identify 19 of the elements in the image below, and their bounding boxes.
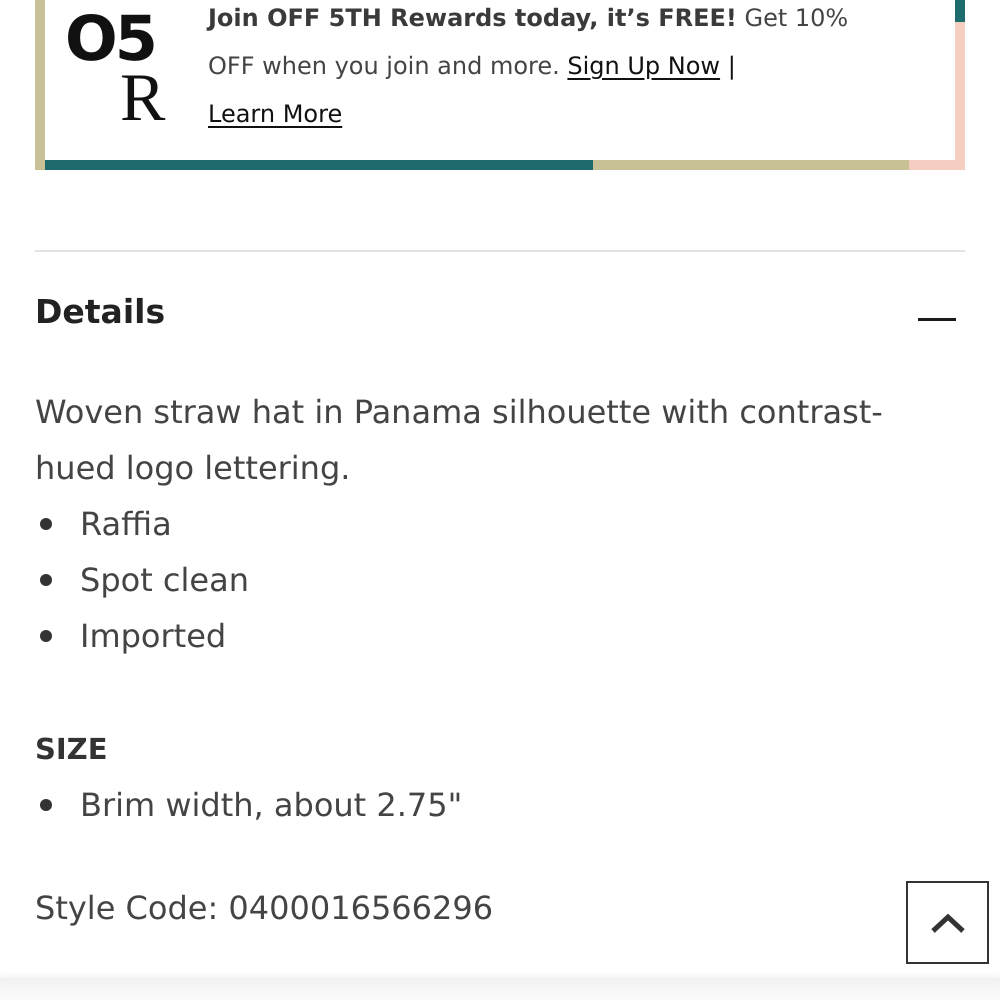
feature-text: Spot clean bbox=[80, 560, 249, 601]
size-heading: SIZE bbox=[35, 731, 108, 768]
minus-icon[interactable] bbox=[918, 318, 956, 320]
size-text: Brim width, about 2.75" bbox=[80, 785, 462, 826]
section-title: Details bbox=[35, 292, 166, 332]
bullet-icon bbox=[40, 574, 52, 586]
brand-logo: O5 R bbox=[65, 8, 165, 124]
feature-text: Imported bbox=[80, 616, 226, 657]
feature-text: Raffia bbox=[80, 504, 172, 545]
bullet-icon bbox=[40, 799, 52, 811]
bullet-icon bbox=[40, 630, 52, 642]
chevron-up-icon bbox=[930, 912, 964, 932]
style-code: Style Code: 0400016566296 bbox=[35, 888, 494, 929]
back-to-top-button[interactable] bbox=[906, 881, 989, 964]
product-description: Woven straw hat in Panama silhouette with contrast-hued logo lettering. bbox=[35, 392, 884, 489]
rewards-text: Join OFF 5TH Rewards today, it’s FREE! Get 10% OFF when you join and more. Sign Up Now | Learn More bbox=[208, 3, 850, 130]
sign-up-link[interactable]: Sign Up Now bbox=[567, 52, 720, 80]
learn-more-link[interactable]: Learn More bbox=[208, 100, 342, 128]
bullet-icon bbox=[40, 518, 52, 530]
